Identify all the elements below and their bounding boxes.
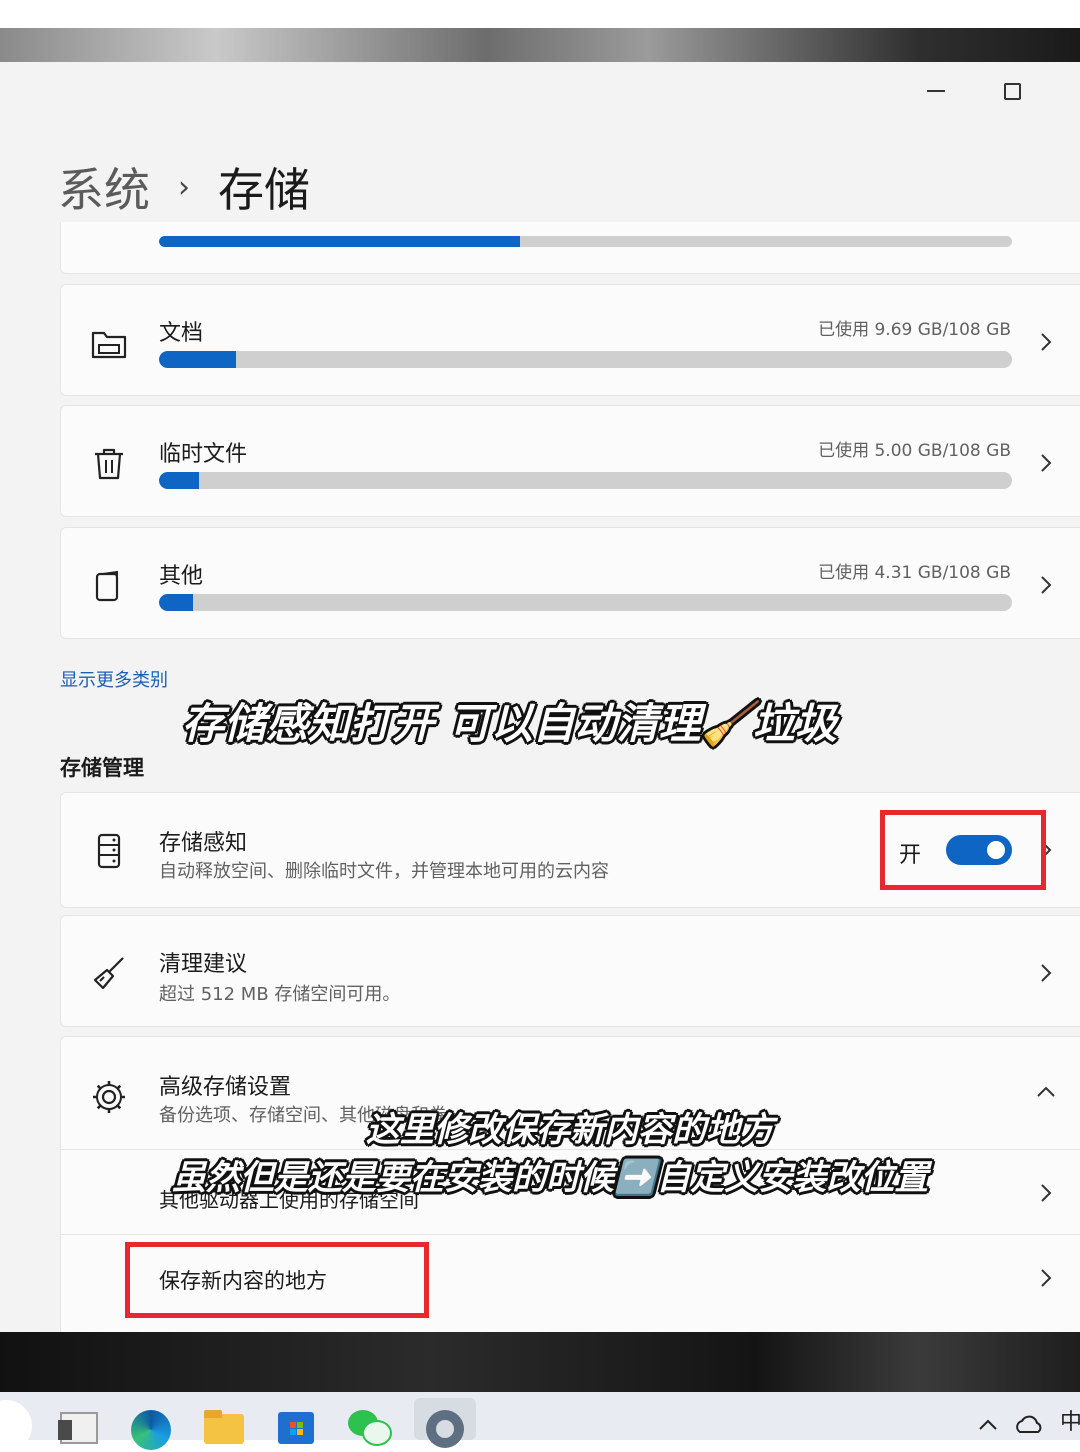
broom-icon — [93, 957, 124, 990]
storage-sense-subtitle: 自动释放空间、删除临时文件，并管理本地可用的云内容 — [159, 861, 609, 882]
folder-icon[interactable] — [198, 1398, 248, 1444]
tray-chevron-up-icon[interactable] — [976, 1414, 1000, 1434]
desktop-wallpaper — [0, 28, 1080, 64]
category-usage: 已使用 9.69 GB/108 GB — [818, 320, 1011, 340]
caption-storage-sense: 存储感知打开 可以自动清理🧹垃圾 — [182, 699, 837, 748]
advanced-title: 高级存储设置 — [159, 1075, 292, 1100]
usage-bar-fill — [159, 472, 200, 489]
chevron-right-icon — [1041, 964, 1052, 982]
breadcrumb: 系统 › 存储 — [58, 154, 310, 220]
breadcrumb-system[interactable]: 系统 — [58, 154, 150, 220]
page-title: 存储 — [218, 163, 310, 217]
storage-sense-title: 存储感知 — [159, 831, 248, 856]
chevron-right-icon — [1041, 1269, 1052, 1287]
minimize-button[interactable] — [916, 76, 956, 106]
usage-bar-fill — [159, 351, 236, 368]
category-other[interactable]: 其他 已使用 4.31 GB/108 GB — [60, 527, 1080, 639]
settings-window: 系统 › 存储 文档 已使用 9.69 GB/108 GB 临时文件 已使用 5… — [0, 62, 1080, 1332]
usage-bar — [159, 594, 1012, 611]
usage-bar-fill — [159, 236, 520, 247]
category-temp-files[interactable]: 临时文件 已使用 5.00 GB/108 GB — [60, 405, 1080, 517]
cleanup-recommendations-card[interactable]: 清理建议 超过 512 MB 存储空间可用。 — [60, 915, 1080, 1027]
category-name: 文档 — [159, 321, 204, 346]
show-more-categories-link[interactable]: 显示更多类别 — [60, 666, 168, 692]
usage-bar — [159, 351, 1012, 368]
maximize-button[interactable] — [992, 76, 1032, 106]
usage-bar-fill — [159, 594, 194, 611]
caption-save-location-1: 这里修改保存新内容的地方 — [366, 1110, 774, 1150]
taskbar: 中 — [0, 1392, 1080, 1452]
chevron-up-icon — [1037, 1086, 1055, 1097]
store-icon[interactable] — [270, 1398, 320, 1444]
storage-sense-icon — [97, 833, 121, 869]
onedrive-icon[interactable] — [1014, 1414, 1046, 1436]
section-heading: 存储管理 — [60, 756, 144, 780]
partial-category-card[interactable] — [60, 222, 1080, 274]
top-strip — [0, 0, 1080, 28]
copy-icon — [95, 570, 119, 602]
usage-bar — [159, 236, 1012, 247]
breadcrumb-separator: › — [178, 169, 190, 205]
category-usage: 已使用 4.31 GB/108 GB — [818, 563, 1011, 583]
gear-icon — [93, 1081, 125, 1113]
chevron-right-icon — [1041, 454, 1052, 472]
trash-icon — [95, 448, 123, 480]
chevron-right-icon — [1041, 333, 1052, 351]
desktop-wallpaper-bottom — [0, 1332, 1080, 1392]
cleanup-subtitle: 超过 512 MB 存储空间可用。 — [159, 984, 401, 1005]
chevron-right-icon — [1041, 576, 1052, 594]
category-name: 临时文件 — [159, 442, 248, 467]
chevron-right-icon — [1041, 1184, 1052, 1202]
usage-bar — [159, 472, 1012, 489]
category-documents[interactable]: 文档 已使用 9.69 GB/108 GB — [60, 284, 1080, 396]
wechat-icon[interactable] — [342, 1398, 392, 1446]
start-partial[interactable] — [0, 1400, 32, 1452]
category-name: 其他 — [159, 564, 204, 589]
highlight-save-location-box — [125, 1242, 429, 1318]
ime-indicator[interactable]: 中 — [1060, 1404, 1080, 1436]
category-usage: 已使用 5.00 GB/108 GB — [818, 441, 1011, 461]
highlight-toggle-box — [880, 810, 1046, 890]
edge-icon[interactable] — [126, 1398, 176, 1450]
cleanup-title: 清理建议 — [159, 952, 248, 977]
folder-icon — [91, 331, 127, 359]
caption-save-location-2: 虽然但是还是要在安装的时候➡️自定义安装改位置 — [172, 1158, 929, 1198]
settings-icon[interactable] — [414, 1398, 476, 1448]
file-explorer-icon[interactable] — [54, 1398, 104, 1444]
